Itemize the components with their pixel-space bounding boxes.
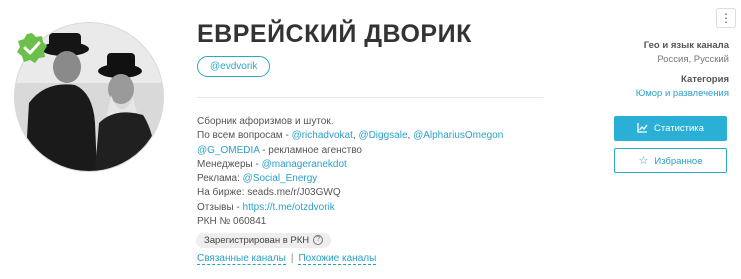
desc-text: Реклама: [197, 173, 243, 185]
favorite-button[interactable]: ☆ Избранное [614, 148, 727, 173]
geo-label: Гео и язык канала [643, 40, 729, 51]
statistics-button-label: Статистика [654, 123, 704, 134]
ads-link[interactable]: @Social_Energy [243, 173, 318, 184]
desc-line: РКН № 060841 [197, 216, 267, 228]
desc-line: На бирже: seads.me/r/J03GWQ [197, 187, 341, 199]
desc-line: Менеджеры - @manageranekdot [197, 158, 503, 172]
rkn-badge-label: Зарегистрирован в РКН [204, 235, 310, 246]
chart-icon [637, 123, 648, 134]
desc-line: Отзывы - https://t.me/otzdvorik [197, 201, 503, 215]
more-menu-button[interactable]: ⋮ [716, 8, 736, 28]
channel-avatar [14, 22, 164, 172]
rkn-registered-badge: Зарегистрирован в РКН? [196, 233, 332, 248]
help-icon[interactable]: ? [313, 235, 324, 246]
desc-line: Сборник афоризмов и шуток. [197, 116, 334, 127]
contact-link[interactable]: @richadvokat [292, 130, 353, 141]
similar-channels-link[interactable]: Похожие каналы [298, 253, 377, 265]
category-label: Категория [681, 74, 729, 85]
related-channels-link[interactable]: Связанные каналы [197, 253, 286, 265]
agency-link[interactable]: @G_OMEDIA [197, 145, 259, 156]
verified-badge-icon [17, 33, 47, 63]
channel-description: Сборник афоризмов и шуток. По всем вопро… [197, 115, 503, 229]
channel-title: ЕВРЕЙСКИЙ ДВОРИК [197, 20, 472, 48]
manager-link[interactable]: @manageranekdot [262, 159, 347, 170]
separator: | [290, 253, 294, 264]
contact-link[interactable]: @Diggsale [358, 130, 407, 141]
desc-line: Реклама: @Social_Energy [197, 172, 503, 186]
reviews-link[interactable]: https://t.me/otzdvorik [243, 202, 335, 213]
divider [197, 97, 543, 98]
star-icon: ☆ [638, 155, 649, 167]
geo-value: Россия, Русский [657, 54, 729, 65]
desc-line: По всем вопросам - @richadvokat, @Diggsa… [197, 130, 504, 142]
desc-text: Отзывы - [197, 201, 243, 213]
favorite-button-label: Избранное [654, 156, 703, 168]
desc-text: Менеджеры - [197, 158, 262, 170]
desc-text: - рекламное агенство [259, 144, 362, 156]
statistics-button[interactable]: Статистика [614, 116, 727, 141]
desc-line: @G_OMEDIA - рекламное агенство [197, 144, 503, 158]
contact-link[interactable]: @AlphariusOmegon [413, 130, 503, 141]
channel-handle-link[interactable]: @evdvorik [197, 56, 271, 77]
category-link[interactable]: Юмор и развлечения [636, 88, 729, 99]
channel-links: Связанные каналы | Похожие каналы [197, 253, 377, 265]
desc-text: По всем вопросам - [197, 130, 292, 142]
